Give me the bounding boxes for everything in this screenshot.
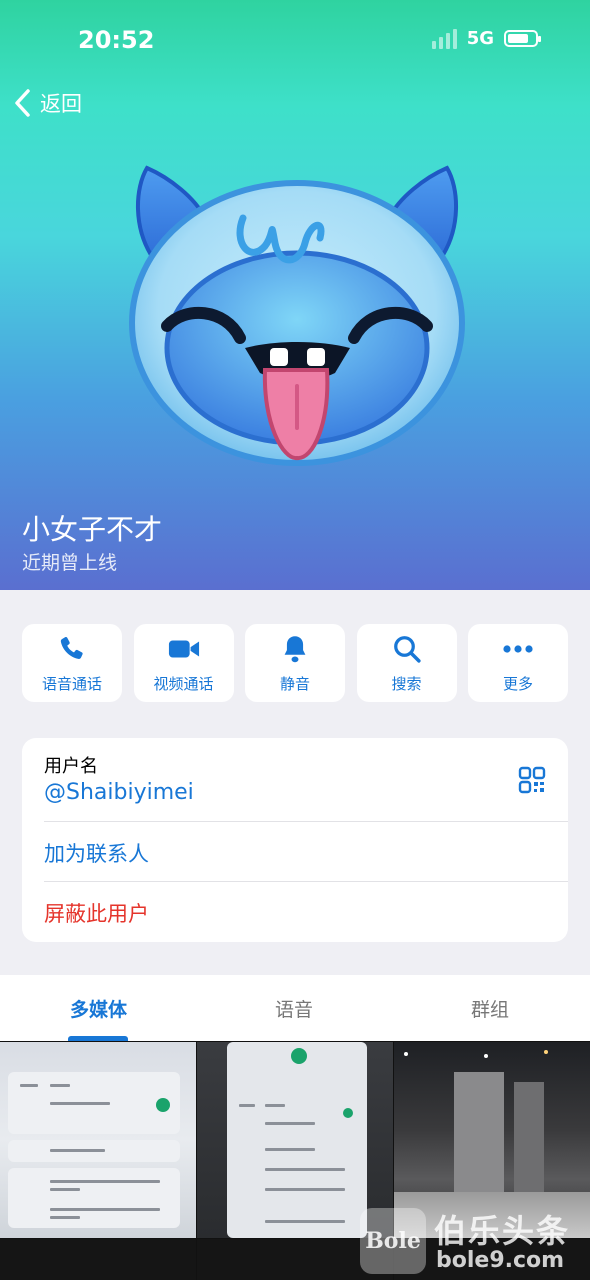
- tab-voice[interactable]: 语音: [275, 995, 313, 1022]
- network-type: 5G: [466, 28, 494, 49]
- media-thumbnail[interactable]: [0, 1042, 196, 1238]
- status-time: 20:52: [78, 26, 155, 54]
- status-bar: 20:52 5G: [0, 0, 590, 80]
- more-dots-icon: [502, 633, 534, 665]
- add-contact-row[interactable]: 加为联系人: [22, 822, 568, 882]
- mute-label: 静音: [279, 674, 310, 693]
- phone-icon: [56, 633, 88, 665]
- back-button[interactable]: 返回: [12, 88, 82, 118]
- video-camera-icon: [168, 633, 200, 665]
- voice-call-button[interactable]: 语音通话: [22, 624, 122, 702]
- video-call-label: 视频通话: [153, 674, 214, 693]
- media-thumbnail[interactable]: [0, 1239, 196, 1280]
- search-icon: [391, 633, 423, 665]
- watermark: Bole 伯乐头条 bole9.com: [360, 1200, 590, 1280]
- add-contact-label: 加为联系人: [44, 842, 149, 866]
- tab-groups[interactable]: 群组: [471, 995, 509, 1022]
- block-user-label: 屏蔽此用户: [44, 902, 149, 926]
- profile-header: 20:52 5G 返回 小女子不才 近期曾上线: [0, 0, 590, 590]
- block-user-row[interactable]: 屏蔽此用户: [22, 882, 568, 942]
- video-call-button[interactable]: 视频通话: [133, 624, 234, 702]
- media-grid: Bole 伯乐头条 bole9.com: [0, 1041, 590, 1280]
- info-card: 用户名 @Shaibiyimei 加为联系人 屏蔽此用户: [22, 738, 568, 942]
- username-row[interactable]: 用户名 @Shaibiyimei: [22, 738, 568, 822]
- search-button[interactable]: 搜索: [356, 624, 457, 702]
- media-tabs: 多媒体 语音 群组: [0, 975, 590, 1041]
- signal-icon: [431, 28, 457, 49]
- avatar[interactable]: [125, 148, 470, 468]
- username-value[interactable]: @Shaibiyimei: [44, 780, 194, 805]
- watermark-text: 伯乐头条: [434, 1212, 571, 1250]
- battery-icon: [504, 30, 541, 47]
- profile-name: 小女子不才: [22, 513, 163, 546]
- tab-media[interactable]: 多媒体: [70, 995, 127, 1022]
- search-label: 搜索: [391, 674, 422, 693]
- back-label: 返回: [40, 92, 82, 116]
- watermark-logo: Bole: [360, 1208, 426, 1274]
- chevron-left-icon: [15, 89, 30, 117]
- bell-icon: [279, 633, 311, 665]
- presence-status: 近期曾上线: [22, 552, 118, 574]
- more-button[interactable]: 更多: [468, 624, 568, 702]
- watermark-domain: bole9.com: [436, 1248, 565, 1273]
- status-indicators: 5G: [431, 28, 541, 49]
- voice-call-label: 语音通话: [41, 674, 102, 693]
- qr-code-icon[interactable]: [518, 766, 546, 794]
- username-label: 用户名: [44, 756, 98, 777]
- more-label: 更多: [502, 674, 533, 693]
- mute-button[interactable]: 静音: [245, 624, 345, 702]
- action-bar: 语音通话 视频通话 静音 搜索 更多: [22, 624, 568, 702]
